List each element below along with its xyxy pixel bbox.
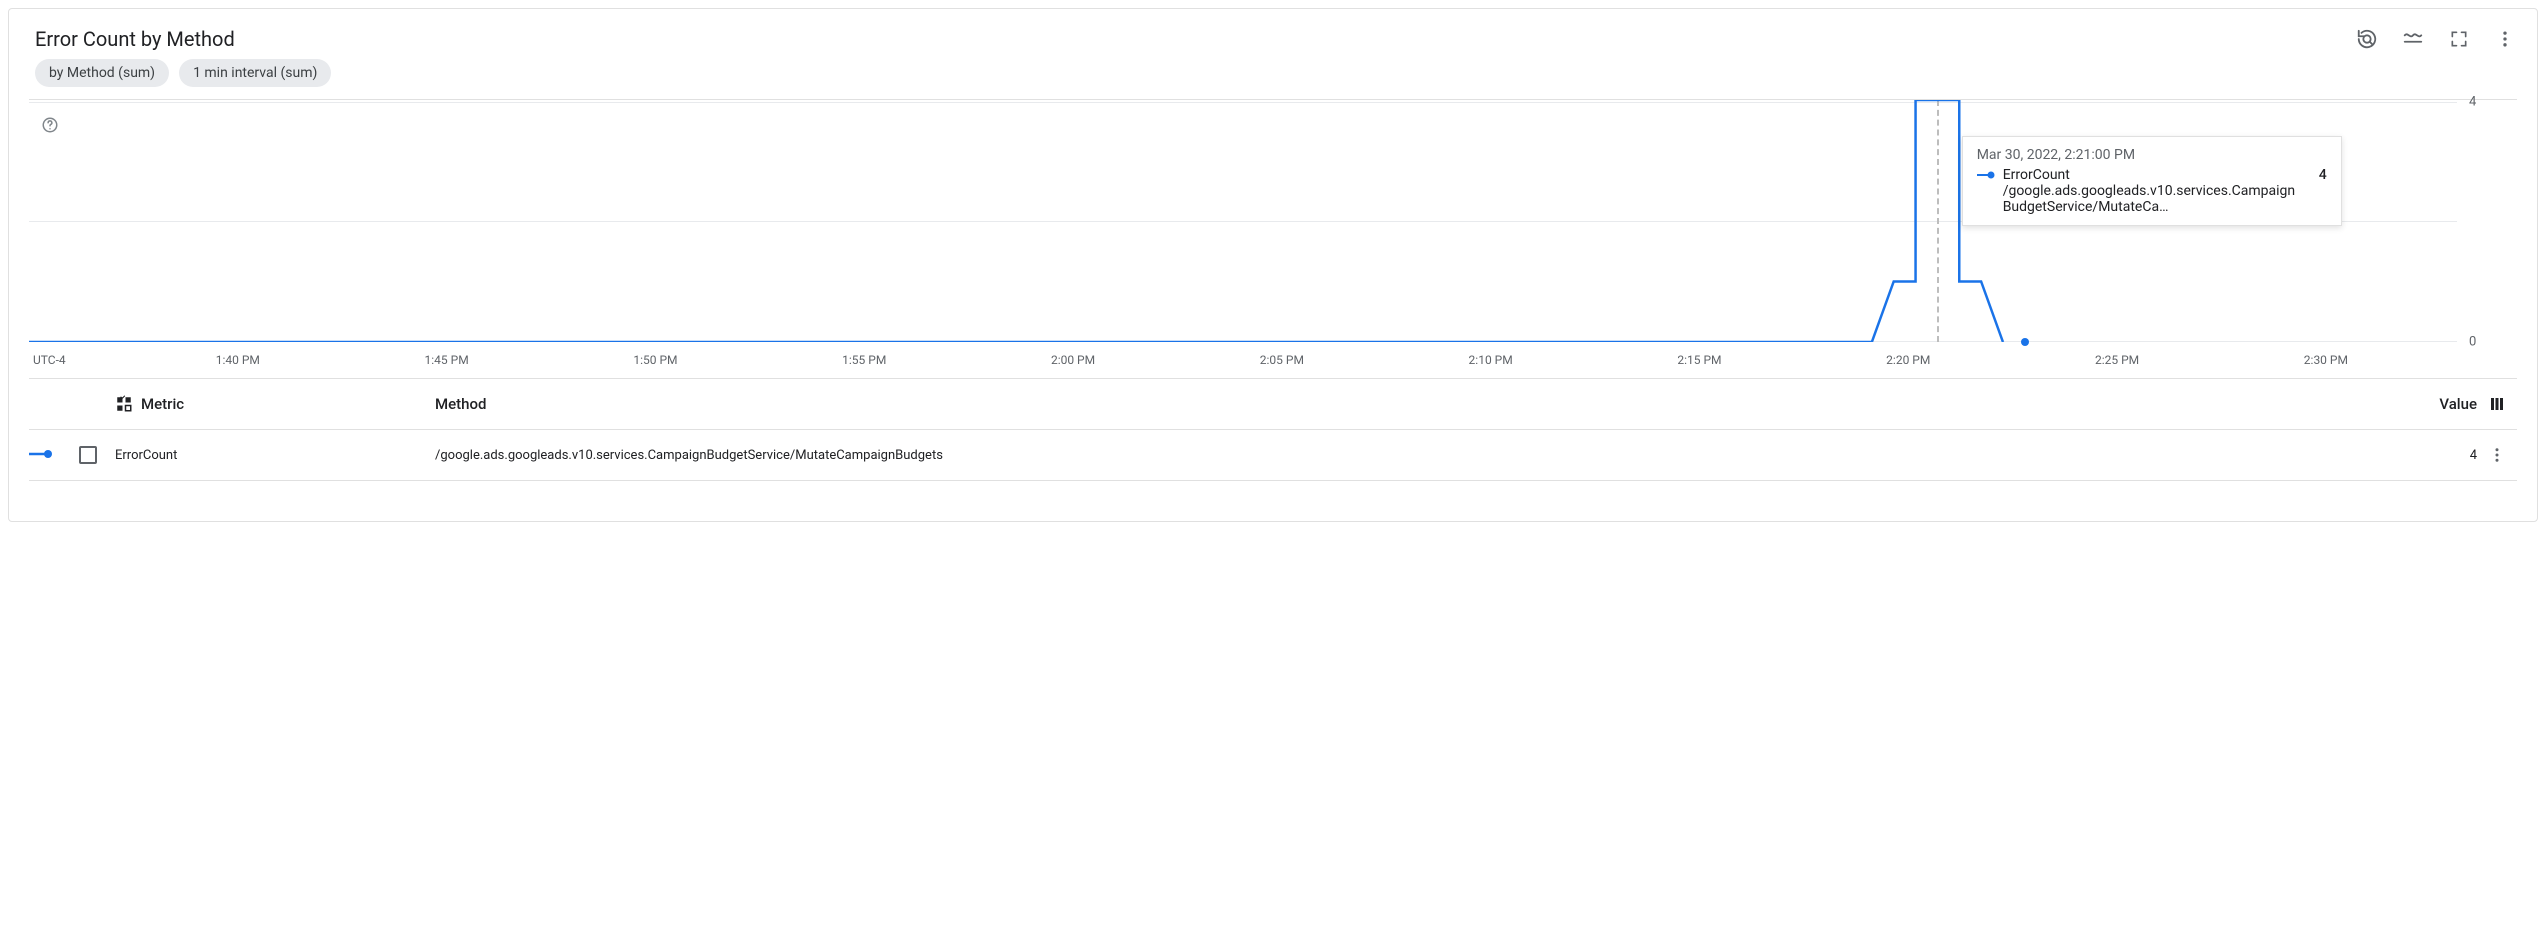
tooltip-timestamp: Mar 30, 2022, 2:21:00 PM xyxy=(1977,147,2327,163)
plot-region: 4 0 Mar 30, 2022, 2:21:00 PM ErrorCount … xyxy=(29,100,2457,342)
legend-toggle-icon[interactable] xyxy=(2401,27,2425,51)
fullscreen-icon[interactable] xyxy=(2447,27,2471,51)
x-tick: 1:50 PM xyxy=(633,353,677,367)
x-tick: 2:25 PM xyxy=(2095,353,2139,367)
chart-card: Error Count by Method xyxy=(8,8,2538,522)
series-checkbox[interactable] xyxy=(79,446,97,464)
card-title: Error Count by Method xyxy=(35,27,2355,51)
legend-table: Metric Method Value ErrorCount xyxy=(29,379,2517,481)
reset-zoom-icon[interactable] xyxy=(2355,27,2379,51)
x-tick: 2:00 PM xyxy=(1051,353,1095,367)
tooltip: Mar 30, 2022, 2:21:00 PM ErrorCount /goo… xyxy=(1962,136,2342,226)
table-row[interactable]: ErrorCount /google.ads.googleads.v10.ser… xyxy=(29,430,2517,481)
col-header-value[interactable]: Value xyxy=(2407,395,2477,413)
tooltip-series-marker xyxy=(1977,170,1995,180)
tooltip-series-value: 4 xyxy=(2319,167,2327,183)
chip-row: by Method (sum) 1 min interval (sum) xyxy=(9,59,2537,99)
row-more-icon[interactable] xyxy=(2488,446,2506,464)
x-tick: 1:55 PM xyxy=(842,353,886,367)
x-axis: UTC-4 1:40 PM 1:45 PM 1:50 PM 1:55 PM 2:… xyxy=(29,342,2457,378)
col-header-method[interactable]: Method xyxy=(435,395,2407,413)
columns-config-icon[interactable] xyxy=(2488,395,2506,413)
x-tick: 1:45 PM xyxy=(425,353,469,367)
x-tick: 1:40 PM xyxy=(216,353,260,367)
cell-method: /google.ads.googleads.v10.services.Campa… xyxy=(435,448,2407,463)
timezone-label: UTC-4 xyxy=(33,353,66,367)
x-tick: 2:05 PM xyxy=(1260,353,1304,367)
cell-value: 4 xyxy=(2407,448,2477,463)
x-tick: 2:15 PM xyxy=(1677,353,1721,367)
series-marker-icon xyxy=(29,449,53,459)
table-header-row: Metric Method Value xyxy=(29,379,2517,430)
chart-area[interactable]: 4 0 Mar 30, 2022, 2:21:00 PM ErrorCount … xyxy=(29,99,2517,379)
x-tick: 2:20 PM xyxy=(1886,353,1930,367)
card-toolbar xyxy=(2355,27,2517,51)
tooltip-series-label: ErrorCount /google.ads.googleads.v10.ser… xyxy=(2003,167,2303,215)
x-tick: 2:30 PM xyxy=(2304,353,2348,367)
col-header-metric[interactable]: Metric xyxy=(141,395,184,413)
x-tick: 2:10 PM xyxy=(1469,353,1513,367)
chip-by-method[interactable]: by Method (sum) xyxy=(35,59,169,87)
card-header: Error Count by Method xyxy=(9,9,2537,59)
cell-metric: ErrorCount xyxy=(115,448,435,463)
y-tick-max: 4 xyxy=(2469,95,2499,110)
y-tick-min: 0 xyxy=(2469,335,2499,350)
chip-interval[interactable]: 1 min interval (sum) xyxy=(179,59,331,87)
more-options-icon[interactable] xyxy=(2493,27,2517,51)
column-picker-icon[interactable] xyxy=(115,395,133,413)
